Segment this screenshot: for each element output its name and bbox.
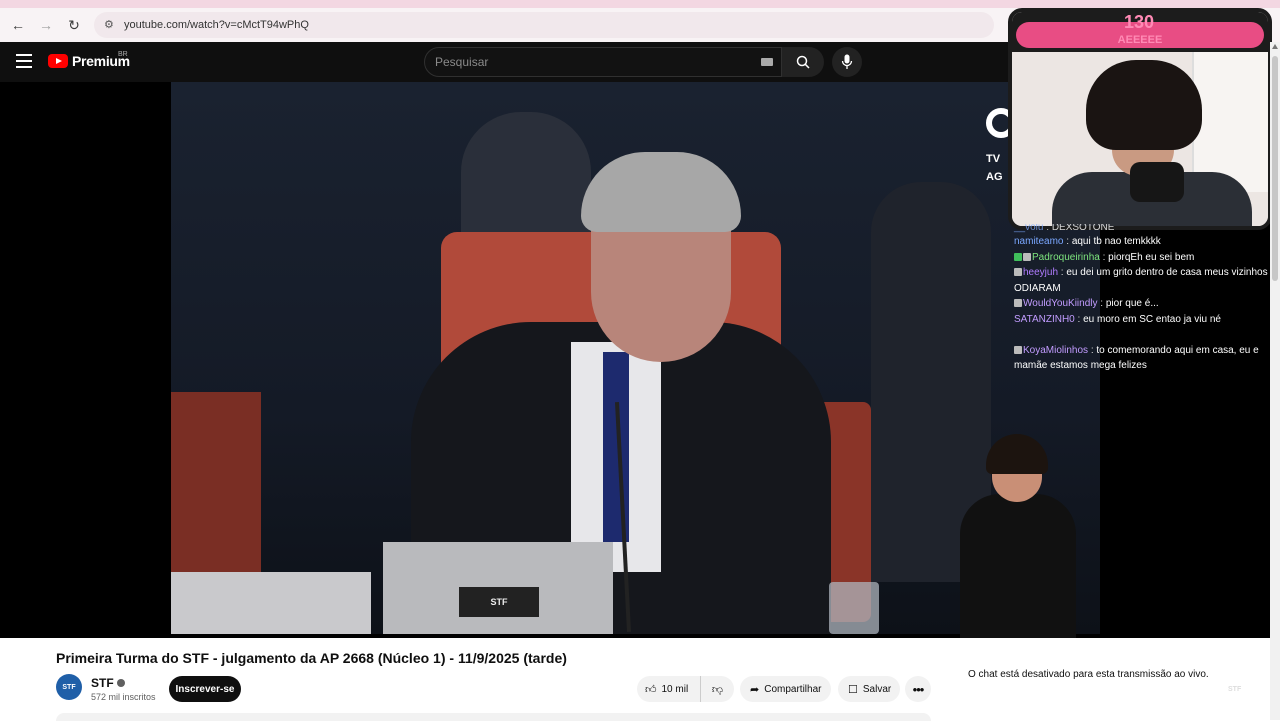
search-icon <box>796 55 810 69</box>
dislike-button[interactable]: 👎︎ <box>701 683 734 696</box>
channel-avatar-text: STF <box>62 683 76 691</box>
channel-avatar[interactable]: STF <box>56 674 82 700</box>
back-icon[interactable]: ← <box>6 13 30 37</box>
laptop-logo: STF <box>459 587 539 617</box>
thumbs-down-icon: 👎︎ <box>711 683 724 696</box>
search-box[interactable] <box>424 47 782 77</box>
interpreter-body <box>960 494 1076 638</box>
share-icon: ➦ <box>750 683 760 696</box>
chat-user: __volu <box>1014 224 1044 233</box>
chat-user: SATANZINH0 <box>1014 313 1075 325</box>
channel-name-text: STF <box>91 676 114 690</box>
water-glass <box>829 582 879 634</box>
stream-chat-overlay: __volu : DEXSOTONE namiteamo : aqui tb n… <box>1012 224 1268 384</box>
follower-sub: AEEEEE <box>1117 34 1163 46</box>
streamer-hair <box>1086 60 1202 150</box>
search-input[interactable] <box>435 55 755 69</box>
tv-logo-text2: AG <box>986 171 1003 183</box>
chat-user: heeyjuh <box>1023 267 1059 278</box>
hamburger-menu-icon[interactable] <box>16 54 32 68</box>
like-dislike-group: 👍︎ 10 mil 👎︎ <box>637 676 734 702</box>
chat-user: WouldYouKiindly <box>1023 298 1098 309</box>
badge-icon <box>1014 345 1022 354</box>
page-scrollbar[interactable] <box>1270 42 1280 720</box>
save-label: Salvar <box>862 683 892 695</box>
address-bar[interactable]: ⚙ youtube.com/watch?v=cMctT94wPhQ <box>94 12 994 38</box>
badge-icon <box>1014 252 1022 261</box>
share-button[interactable]: ➦ Compartilhar <box>740 676 831 702</box>
forward-icon[interactable]: → <box>34 13 58 37</box>
chat-message: Padroqueirinha : piorqEh eu sei bem <box>1012 250 1268 266</box>
webcam-banner: 130 AEEEEE <box>1012 12 1268 52</box>
chat-disabled-notice: O chat está desativado para esta transmi… <box>968 669 1209 680</box>
chat-user: KoyaMiolinhos <box>1023 344 1089 356</box>
voice-search-button[interactable] <box>832 47 862 77</box>
scroll-up-icon[interactable] <box>1272 44 1278 49</box>
subscriber-count: 572 mil inscritos <box>91 692 156 702</box>
corner-logo: STF <box>1228 686 1242 693</box>
bookmark-icon: ☐ <box>848 683 858 696</box>
judge-tie <box>603 352 629 542</box>
site-info-icon[interactable]: ⚙ <box>104 18 118 32</box>
search-button[interactable] <box>782 47 824 77</box>
streamer-microphone <box>1130 162 1184 202</box>
keyboard-icon[interactable] <box>761 58 773 66</box>
badge-icon <box>1014 268 1022 276</box>
chat-text: DEXSOTONE <box>1051 224 1115 233</box>
badge-icon <box>1014 299 1022 307</box>
chat-text: aqui tb nao temkkkk <box>1071 236 1161 247</box>
microphone-icon <box>841 54 853 69</box>
judge-hair <box>581 152 741 232</box>
webcam-shelf <box>1192 52 1268 192</box>
like-count: 10 mil <box>661 683 689 695</box>
subscribe-button[interactable]: Inscrever-se <box>169 676 241 702</box>
chat-message: WouldYouKiindly : pior que é... <box>1012 296 1268 312</box>
chat-user: Padroqueirinha <box>1032 251 1100 263</box>
follower-count: 130 <box>1123 12 1155 32</box>
chat-text: piorqEh eu sei bem <box>1108 251 1195 263</box>
verified-icon <box>116 679 125 687</box>
chat-message: __volu : DEXSOTONE <box>1014 224 1115 233</box>
tv-logo-text: TV <box>986 153 1001 165</box>
streamer-webcam: 130 AEEEEE <box>1008 8 1272 230</box>
chat-message: KoyaMiolinhos : to comemorando aqui em c… <box>1014 344 1259 371</box>
video-title: Primeira Turma do STF - julgamento da AP… <box>56 650 567 666</box>
save-button[interactable]: ☐ Salvar <box>838 676 900 702</box>
scroll-thumb[interactable] <box>1272 56 1278 281</box>
interpreter-hair <box>986 434 1048 474</box>
thumbs-up-icon: 👍︎ <box>645 683 657 696</box>
reload-icon[interactable]: ↻ <box>62 13 86 37</box>
chat-message: namiteamo : aqui tb nao temkkkk <box>1014 236 1161 247</box>
badge-icon <box>1023 252 1031 261</box>
channel-name[interactable]: STF <box>91 676 125 690</box>
share-label: Compartilhar <box>764 683 822 695</box>
browser-tab-strip <box>0 0 1280 8</box>
more-icon: ••• <box>912 681 925 697</box>
like-button[interactable]: 👍︎ 10 mil <box>637 676 701 702</box>
laptop-left <box>171 572 371 634</box>
chat-text: pior que é... <box>1105 298 1159 309</box>
chat-message: heeyjuh : eu dei um grito dentro de casa… <box>1014 267 1268 294</box>
address-url: youtube.com/watch?v=cMctT94wPhQ <box>124 19 309 31</box>
more-actions-button[interactable]: ••• <box>905 676 931 702</box>
chat-message: SATANZINH0 : eu moro em SC entao ja viu … <box>1014 313 1221 325</box>
logo-country: BR <box>118 51 128 58</box>
sign-language-interpreter <box>960 434 1100 638</box>
chat-text: eu moro em SC entao ja viu né <box>1083 313 1221 325</box>
youtube-logo[interactable]: Premium BR <box>48 51 130 69</box>
chat-user: namiteamo <box>1014 236 1064 247</box>
youtube-play-icon <box>48 54 68 68</box>
